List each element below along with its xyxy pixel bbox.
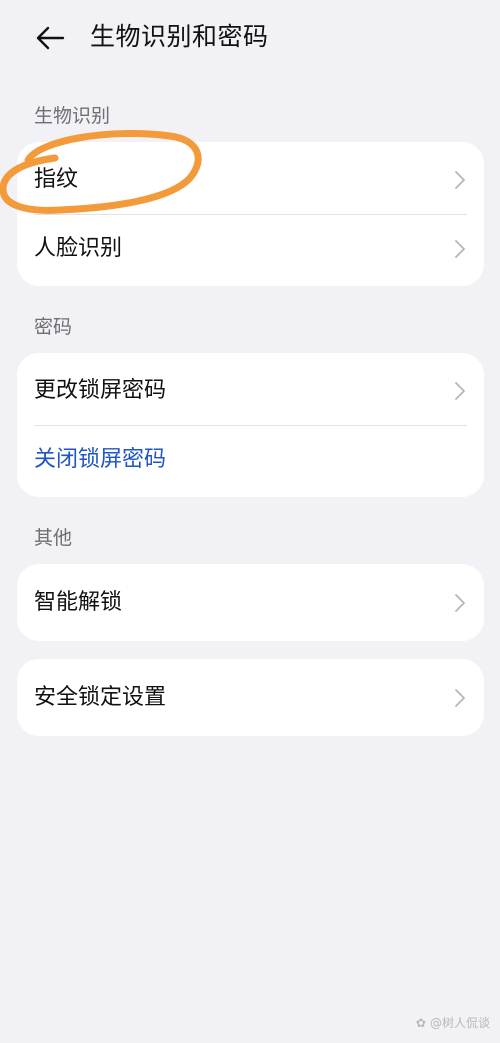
back-button[interactable] bbox=[30, 20, 70, 56]
top-app-bar: 生物识别和密码 bbox=[0, 0, 500, 76]
card-other: 智能解锁 bbox=[17, 564, 484, 641]
chevron-right-icon bbox=[455, 594, 465, 612]
chevron-right-icon bbox=[455, 240, 465, 258]
card-password: 更改锁屏密码 关闭锁屏密码 bbox=[17, 353, 484, 497]
card-biometrics: 指纹 人脸识别 bbox=[17, 142, 484, 286]
watermark: ✿ @树人侃谈 bbox=[416, 1014, 490, 1031]
row-disable-lock-password[interactable]: 关闭锁屏密码 bbox=[17, 425, 484, 495]
row-face-recognition[interactable]: 人脸识别 bbox=[17, 214, 484, 284]
arrow-left-icon bbox=[36, 26, 65, 50]
watermark-text: @树人侃谈 bbox=[429, 1016, 490, 1030]
chevron-right-icon bbox=[455, 689, 465, 707]
row-change-lock-password[interactable]: 更改锁屏密码 bbox=[17, 356, 484, 426]
page-title: 生物识别和密码 bbox=[90, 22, 269, 51]
row-smart-unlock[interactable]: 智能解锁 bbox=[17, 568, 484, 638]
row-label-security-lock-settings: 安全锁定设置 bbox=[34, 685, 167, 710]
section-label-password: 密码 bbox=[34, 316, 73, 338]
chevron-right-icon bbox=[455, 382, 465, 400]
section-label-biometrics: 生物识别 bbox=[34, 105, 111, 127]
row-label-face-recognition: 人脸识别 bbox=[34, 236, 123, 261]
row-fingerprint[interactable]: 指纹 bbox=[17, 145, 484, 215]
row-security-lock-settings[interactable]: 安全锁定设置 bbox=[17, 663, 484, 733]
row-label-disable-lock-password: 关闭锁屏密码 bbox=[34, 447, 167, 472]
chevron-right-icon bbox=[455, 171, 465, 189]
row-label-fingerprint: 指纹 bbox=[34, 167, 79, 192]
row-label-change-lock-password: 更改锁屏密码 bbox=[34, 378, 167, 403]
paw-icon: ✿ bbox=[415, 1015, 426, 1030]
section-label-other: 其他 bbox=[34, 527, 73, 549]
row-label-smart-unlock: 智能解锁 bbox=[34, 590, 123, 615]
card-security: 安全锁定设置 bbox=[17, 659, 484, 736]
